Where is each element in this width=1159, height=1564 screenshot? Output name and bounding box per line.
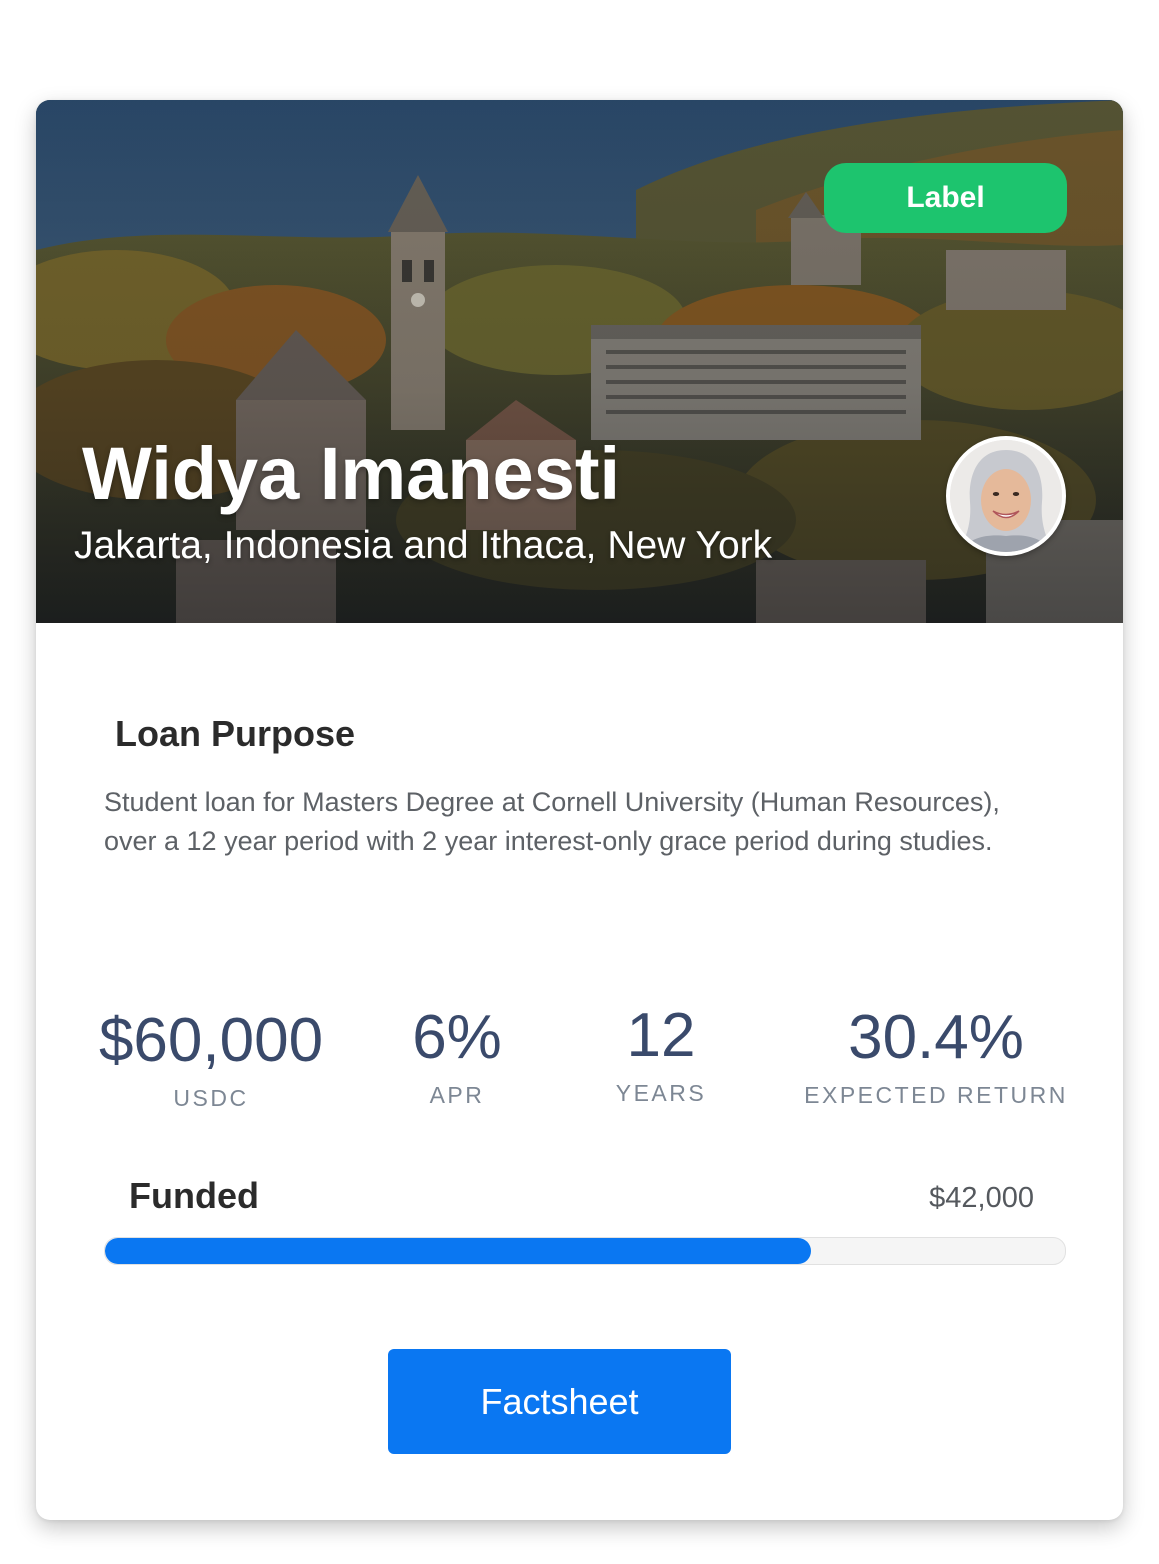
stat-apr-value: 6% [412,1003,502,1072]
stat-years-label: YEARS [615,1080,707,1106]
funded-amount: $42,000 [929,1182,1034,1214]
person-avatar-icon [950,440,1062,552]
funding-progress-bar [104,1237,1066,1265]
borrower-location: Jakarta, Indonesia and Ithaca, New York [74,524,773,567]
loan-purpose-title: Loan Purpose [115,713,356,754]
status-badge: Label [824,163,1067,233]
stat-amount: $60,000 USDC [86,1005,336,1113]
borrower-name: Widya Imanesti [82,432,621,515]
funded-label: Funded [129,1175,259,1216]
stat-years-value: 12 [626,1001,696,1070]
loan-purpose-text: Student loan for Masters Degree at Corne… [104,787,1000,856]
hero-image: Label Widya Imanesti Jakarta, Indonesia … [36,100,1123,623]
factsheet-button[interactable]: Factsheet [388,1349,731,1454]
loan-card: Label Widya Imanesti Jakarta, Indonesia … [36,100,1123,1520]
stat-expected-return-label: EXPECTED RETURN [804,1082,1068,1108]
stat-apr-label: APR [429,1082,485,1108]
stat-amount-label: USDC [173,1085,249,1111]
stat-amount-value: $60,000 [98,1006,324,1075]
stat-apr: 6% APR [382,1002,532,1110]
stat-expected-return: 30.4% EXPECTED RETURN [796,1002,1076,1110]
funding-progress-fill [105,1238,811,1264]
stat-expected-return-value: 30.4% [848,1003,1024,1072]
avatar[interactable] [946,436,1066,556]
stat-years: 12 YEARS [586,1000,736,1108]
